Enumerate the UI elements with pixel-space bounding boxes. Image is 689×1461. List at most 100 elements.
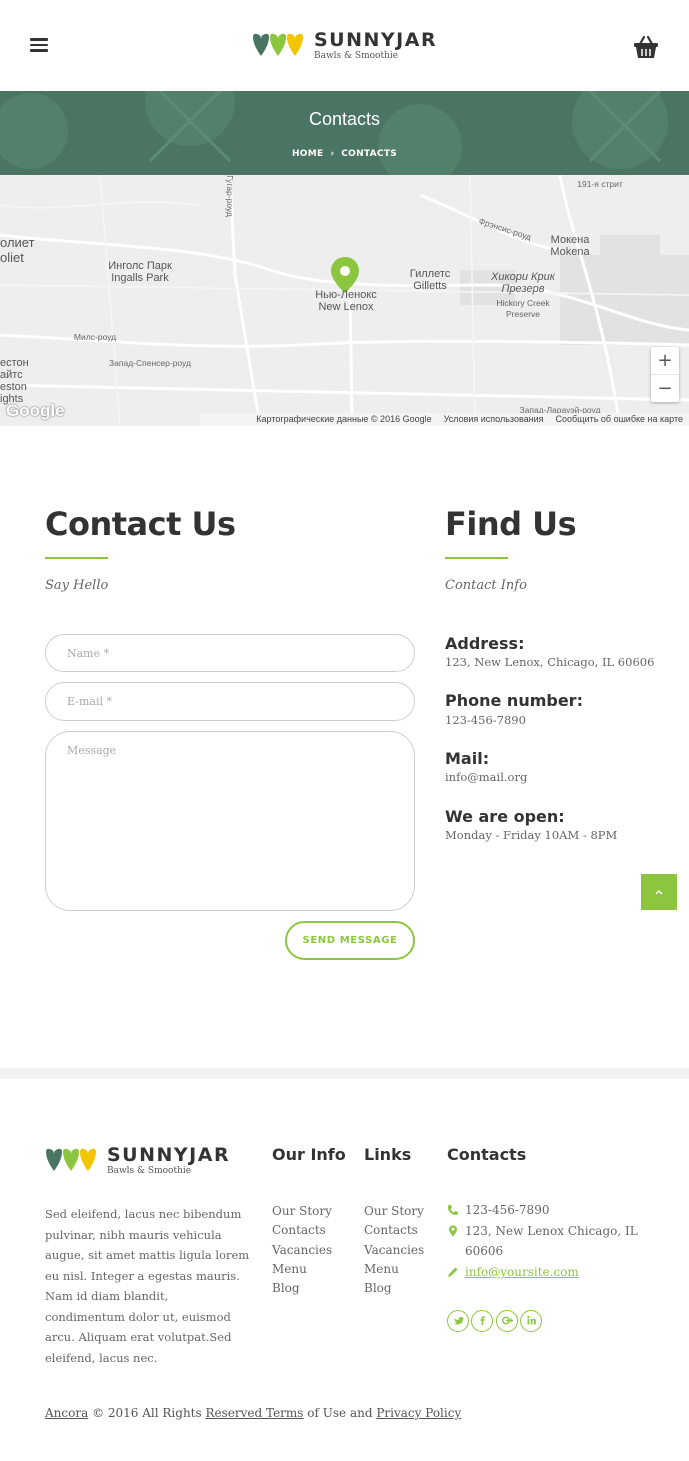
links-list: Our Story Contacts Vacancies Menu Blog bbox=[364, 1202, 424, 1298]
privacy-policy-link[interactable]: Privacy Policy bbox=[376, 1406, 461, 1420]
send-message-button[interactable]: SEND MESSAGE bbox=[285, 921, 415, 960]
logo-mark-icon bbox=[46, 1148, 96, 1171]
breadcrumb-home[interactable]: HOME bbox=[292, 149, 324, 159]
copyright-line: Ancora © 2016 All Rights Reserved Terms … bbox=[45, 1406, 461, 1420]
footer-divider bbox=[0, 1068, 689, 1079]
footer-email-link[interactable]: info@yoursite.com bbox=[465, 1265, 579, 1279]
email-input[interactable] bbox=[45, 682, 415, 721]
contact-us-subtitle: Say Hello bbox=[45, 578, 109, 593]
map-label: Инголс Парк bbox=[108, 260, 172, 272]
map-label: New Lenox bbox=[318, 301, 374, 313]
map-label: Гугар-роуд bbox=[225, 175, 235, 217]
page-hero: Contacts HOME › CONTACTS bbox=[0, 91, 689, 175]
map-label: Презерв bbox=[501, 283, 545, 295]
copyright-text: of Use and bbox=[307, 1406, 373, 1420]
title-underline bbox=[445, 557, 508, 559]
google-plus-icon[interactable] bbox=[496, 1310, 518, 1332]
map-label: eston bbox=[0, 381, 27, 393]
footer-link[interactable]: Menu bbox=[272, 1260, 332, 1279]
footer-address: 123, New Lenox Chicago, IL 60606 bbox=[447, 1221, 647, 1261]
site-logo[interactable]: SUNNYJAR Bawls & Smoothie bbox=[252, 30, 437, 62]
message-textarea[interactable] bbox=[45, 731, 415, 911]
hero-pattern bbox=[0, 91, 668, 175]
logo-mark-icon bbox=[253, 33, 303, 56]
hours-value: Monday - Friday 10AM - 8PM bbox=[445, 828, 618, 842]
zoom-in-button[interactable]: + bbox=[651, 347, 679, 374]
map-label: Gilletts bbox=[413, 280, 447, 292]
brand-tagline: Bawls & Smoothie bbox=[107, 1166, 192, 1176]
map-label: oliet bbox=[0, 250, 24, 265]
zoom-out-button[interactable]: − bbox=[651, 374, 679, 401]
footer-about-text: Sed eleifend, lacus nec bibendum pulvina… bbox=[45, 1207, 250, 1365]
footer-link[interactable]: Contacts bbox=[272, 1221, 332, 1240]
map-label: 191-я стрит bbox=[577, 179, 623, 189]
map-label: Мокена bbox=[550, 234, 590, 246]
map-label: Милс-роуд bbox=[73, 332, 117, 342]
location-pin-icon bbox=[449, 1225, 457, 1237]
brand-name: SUNNYJAR bbox=[107, 1144, 231, 1166]
address-label: Address: bbox=[445, 634, 525, 653]
brand-name: SUNNYJAR bbox=[314, 29, 438, 51]
map-label: естон bbox=[0, 357, 29, 369]
name-input[interactable] bbox=[45, 634, 415, 672]
footer-logo[interactable]: SUNNYJAR Bawls & Smoothie bbox=[45, 1145, 230, 1177]
title-underline bbox=[45, 557, 108, 559]
phone-icon bbox=[448, 1205, 458, 1215]
cart-icon[interactable] bbox=[633, 34, 659, 60]
links-title: Links bbox=[364, 1145, 412, 1164]
map-label: Хикори Крик bbox=[491, 271, 555, 283]
location-map[interactable]: олиет oliet Инголс Парк Ingalls Park Нью… bbox=[0, 175, 689, 426]
address-value: 123, New Lenox, Chicago, IL 60606 bbox=[445, 655, 655, 669]
footer-link[interactable]: Menu bbox=[364, 1260, 424, 1279]
map-label: Ingalls Park bbox=[111, 272, 169, 284]
mail-value: info@mail.org bbox=[445, 770, 528, 784]
copyright-text: © 2016 All Rights bbox=[92, 1406, 202, 1420]
reserved-terms-link[interactable]: Reserved Terms bbox=[205, 1406, 303, 1420]
footer-link[interactable]: Vacancies bbox=[272, 1241, 332, 1260]
mail-label: Mail: bbox=[445, 749, 490, 768]
chevron-up-icon bbox=[655, 889, 663, 895]
pencil-icon bbox=[448, 1267, 458, 1277]
menu-icon[interactable] bbox=[30, 38, 48, 52]
footer-link[interactable]: Vacancies bbox=[364, 1241, 424, 1260]
breadcrumb: HOME › CONTACTS bbox=[0, 149, 689, 159]
map-label: олиет bbox=[0, 235, 35, 250]
footer-phone-value: 123-456-7890 bbox=[465, 1203, 550, 1217]
page-title: Contacts bbox=[308, 109, 381, 129]
breadcrumb-separator: › bbox=[330, 149, 335, 159]
linkedin-icon[interactable] bbox=[520, 1310, 542, 1332]
site-header: SUNNYJAR Bawls & Smoothie bbox=[0, 0, 689, 91]
map-label: Нью-Ленокс bbox=[315, 289, 377, 301]
twitter-icon[interactable] bbox=[447, 1310, 469, 1332]
map-label: Запад-Спенсер-роуд bbox=[109, 358, 191, 368]
our-info-title: Our Info bbox=[272, 1145, 346, 1164]
hours-label: We are open: bbox=[445, 807, 565, 826]
map-data-credit: Картографические данные © 2016 Google bbox=[256, 414, 432, 424]
find-us-title: Find Us bbox=[445, 505, 577, 543]
find-us-subtitle: Contact Info bbox=[445, 578, 527, 593]
footer-link[interactable]: Contacts bbox=[364, 1221, 424, 1240]
facebook-icon[interactable] bbox=[471, 1310, 493, 1332]
breadcrumb-current: CONTACTS bbox=[341, 149, 398, 159]
phone-label: Phone number: bbox=[445, 691, 583, 710]
map-label: Гиллетс bbox=[409, 268, 451, 280]
footer-link[interactable]: Blog bbox=[272, 1279, 332, 1298]
our-info-links: Our Story Contacts Vacancies Menu Blog bbox=[272, 1202, 332, 1298]
google-logo[interactable]: Google bbox=[6, 401, 65, 421]
scroll-to-top-button[interactable] bbox=[641, 874, 677, 910]
footer-link[interactable]: Our Story bbox=[364, 1202, 424, 1221]
ancora-link[interactable]: Ancora bbox=[45, 1406, 88, 1420]
footer-email: info@yoursite.com bbox=[447, 1262, 647, 1282]
phone-value: 123-456-7890 bbox=[445, 713, 526, 727]
contact-us-title: Contact Us bbox=[45, 505, 236, 543]
footer-phone: 123-456-7890 bbox=[447, 1200, 647, 1220]
footer-link[interactable]: Blog bbox=[364, 1279, 424, 1298]
map-label: Preserve bbox=[505, 309, 540, 319]
map-terms-link[interactable]: Условия использования bbox=[444, 413, 544, 426]
map-label: айтс bbox=[0, 369, 23, 381]
footer-link[interactable]: Our Story bbox=[272, 1202, 332, 1221]
footer-address-value: 123, New Lenox Chicago, IL 60606 bbox=[465, 1224, 638, 1258]
contacts-title: Contacts bbox=[447, 1145, 527, 1164]
map-zoom-control: + − bbox=[651, 347, 679, 402]
map-report-link[interactable]: Сообщить об ошибке на карте bbox=[556, 413, 683, 426]
